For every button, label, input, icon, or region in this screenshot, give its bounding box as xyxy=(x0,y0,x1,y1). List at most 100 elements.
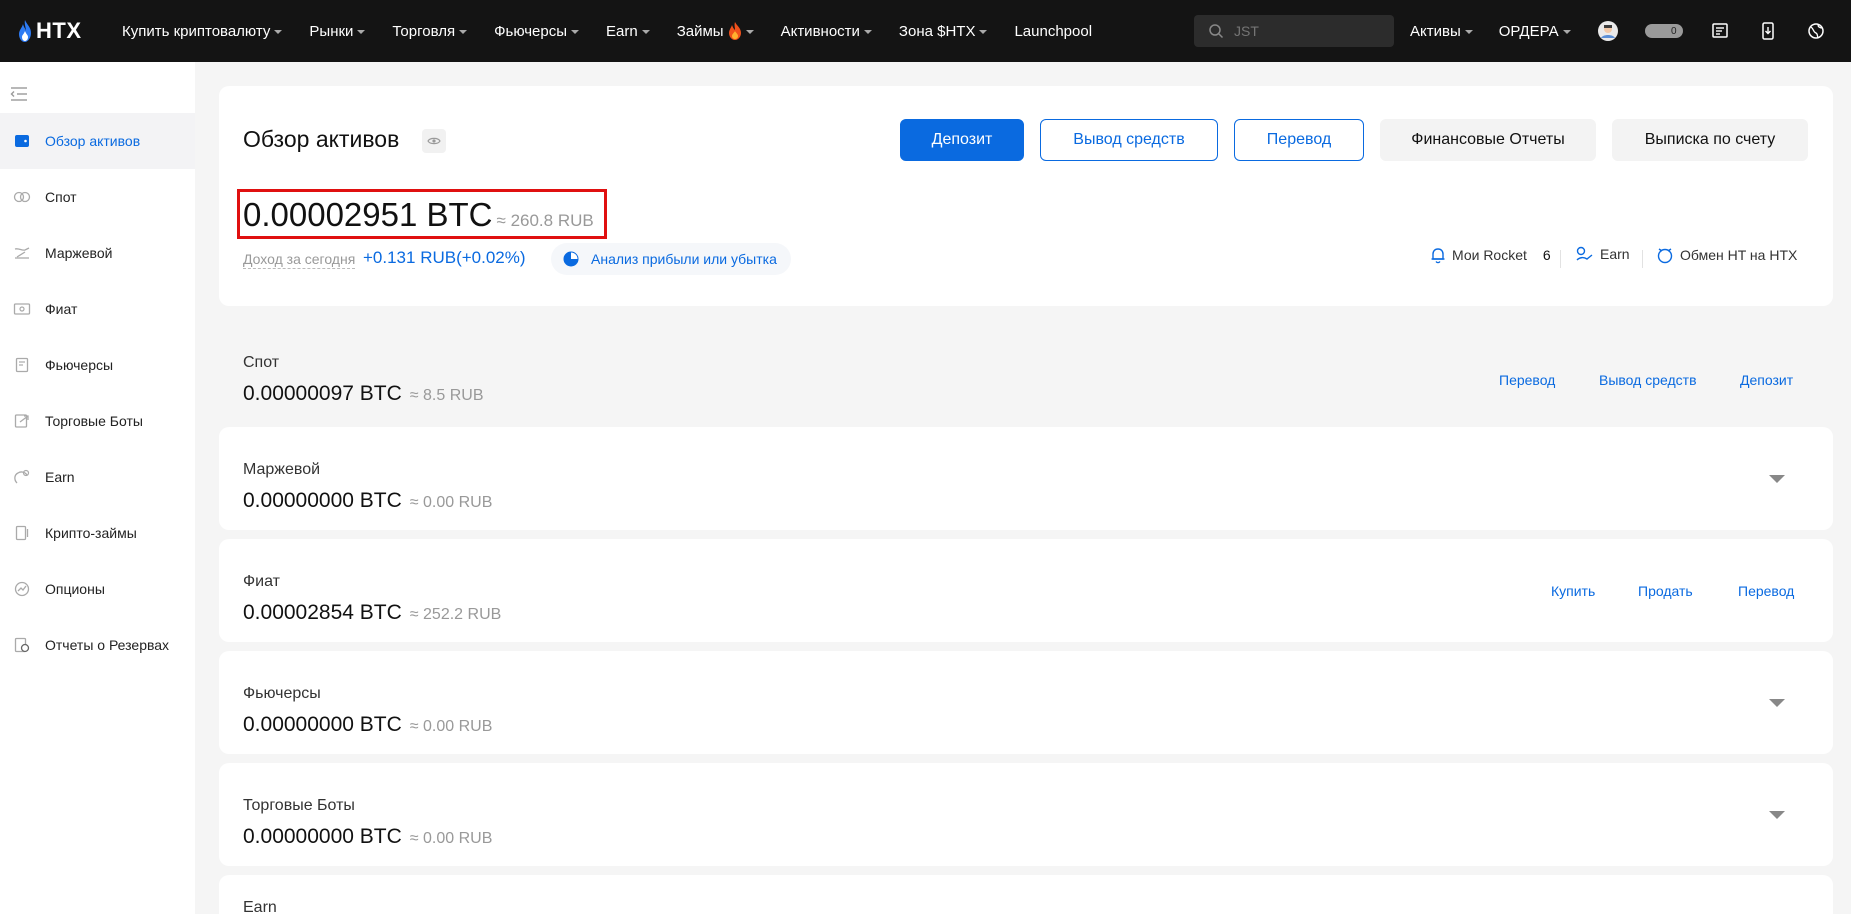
earn-link[interactable]: Earn xyxy=(1576,246,1630,262)
language-button[interactable] xyxy=(1805,20,1827,42)
nav-futures[interactable]: Фьючерсы xyxy=(494,23,580,40)
exchange-icon xyxy=(1657,248,1673,264)
page-title: Обзор активов xyxy=(243,126,400,152)
today-income-label[interactable]: Доход за сегодня xyxy=(243,251,356,269)
fiat-transfer-link[interactable]: Перевод xyxy=(1738,583,1794,599)
pnl-analysis-button[interactable]: Анализ прибыли или убытка xyxy=(551,243,791,275)
chevron-down-icon[interactable] xyxy=(1769,475,1785,483)
nav-htx-zone[interactable]: Зона $HTX xyxy=(899,23,988,40)
search-box[interactable] xyxy=(1194,15,1394,47)
account-balance-approx: ≈ 0.00 RUB xyxy=(409,718,493,735)
account-card-trading-bots[interactable]: Торговые Боты 0.00000000 BTC ≈ 0.00 RUB xyxy=(219,763,1833,866)
toggle-visibility-button[interactable] xyxy=(422,129,446,153)
user-avatar[interactable] xyxy=(1597,20,1619,42)
sidebar-item-options[interactable]: Опционы xyxy=(0,561,195,617)
right-nav: Активы ОРДЕРА 0 xyxy=(1410,0,1851,62)
account-card-futures[interactable]: Фьючерсы 0.00000000 BTC ≈ 0.00 RUB xyxy=(219,651,1833,754)
sidebar-item-margin[interactable]: Маржевой xyxy=(0,225,195,281)
exchange-ht-link[interactable]: Обмен HT на HTX xyxy=(1656,246,1797,264)
spot-withdraw-link[interactable]: Вывод средств xyxy=(1599,372,1697,388)
collapse-sidebar-icon[interactable] xyxy=(10,86,28,102)
chevron-down-icon[interactable] xyxy=(1769,811,1785,819)
htx-logo[interactable]: HTX xyxy=(18,18,122,44)
wallet-icon xyxy=(13,132,31,150)
account-name: Фиат xyxy=(243,573,280,590)
chevron-down-icon[interactable] xyxy=(1769,699,1785,707)
badge-count-text: 0 xyxy=(1671,25,1677,37)
rocket-label: Мои Rocket xyxy=(1452,247,1527,263)
sidebar-item-crypto-loans[interactable]: Крипто-займы xyxy=(0,505,195,561)
brand-name: HTX xyxy=(36,18,82,43)
spot-icon xyxy=(13,188,31,206)
account-card-spot[interactable]: Спот 0.00000097 BTC ≈ 8.5 RUB Перевод Выв… xyxy=(219,320,1833,418)
account-card-earn[interactable]: Earn xyxy=(219,875,1833,914)
nav-orders[interactable]: ОРДЕРА xyxy=(1499,23,1571,40)
account-balance-value: 0.00000000 BTC xyxy=(243,825,402,848)
account-statement-button[interactable]: Выписка по счету xyxy=(1612,119,1808,161)
sidebar-item-fiat[interactable]: Фиат xyxy=(0,281,195,337)
sidebar-item-label: Earn xyxy=(45,469,75,485)
nav-label: Активы xyxy=(1410,22,1461,40)
account-card-margin[interactable]: Маржевой 0.00000000 BTC ≈ 0.00 RUB xyxy=(219,427,1833,530)
flame-logo-icon xyxy=(19,20,31,42)
caret-down-icon xyxy=(745,30,754,34)
spot-deposit-link[interactable]: Депозит xyxy=(1740,372,1793,388)
loans-icon xyxy=(13,524,31,542)
badge-count: 0 xyxy=(1644,24,1683,38)
sidebar-item-label: Опционы xyxy=(45,581,105,597)
sidebar-item-reserves[interactable]: Отчеты о Резервах xyxy=(0,617,195,673)
nav-assets[interactable]: Активы xyxy=(1410,23,1473,40)
exchange-label: Обмен HT на HTX xyxy=(1680,247,1798,263)
nav-label: Зона $HTX xyxy=(898,22,976,40)
withdraw-button[interactable]: Вывод средств xyxy=(1040,119,1218,161)
caret-down-icon xyxy=(1562,30,1571,34)
sidebar-item-futures[interactable]: Фьючерсы xyxy=(0,337,195,393)
total-balance: 0.00002951 BTC ≈ 260.8 RUB xyxy=(243,196,594,234)
sidebar-item-label: Обзор активов xyxy=(45,133,141,149)
financial-reports-button[interactable]: Финансовые Отчеты xyxy=(1380,119,1596,161)
divider xyxy=(1642,250,1643,268)
nav-markets[interactable]: Рынки xyxy=(309,22,366,40)
messages-button[interactable] xyxy=(1709,20,1731,42)
account-balance-approx: ≈ 0.00 RUB xyxy=(409,830,493,847)
nav-earn[interactable]: Earn xyxy=(606,23,650,40)
bots-icon xyxy=(13,412,31,430)
search-input[interactable] xyxy=(1234,23,1384,39)
nav-buy-crypto[interactable]: Купить криптовалюту xyxy=(122,23,283,40)
sidebar-item-label: Фиат xyxy=(45,301,78,317)
nav-label: ОРДЕРА xyxy=(1498,22,1559,40)
download-app-button[interactable] xyxy=(1757,20,1779,42)
spot-transfer-link[interactable]: Перевод xyxy=(1499,372,1555,388)
nav-trade[interactable]: Торговля xyxy=(392,23,468,40)
main-nav: Купить криптовалюту Рынки Торговля Фьюче… xyxy=(122,0,1119,62)
nav-activities[interactable]: Активности xyxy=(781,23,872,40)
account-name: Earn xyxy=(243,899,277,914)
fiat-sell-link[interactable]: Продать xyxy=(1638,583,1693,599)
nav-launchpool[interactable]: Launchpool xyxy=(1014,23,1092,40)
my-rocket-link[interactable]: Мои Rocket 6 xyxy=(1430,246,1551,264)
search-icon xyxy=(1209,24,1224,39)
account-balance: 0.00002854 BTC ≈ 252.2 RUB xyxy=(243,601,501,625)
top-navigation-bar: HTX Купить криптовалюту Рынки Торговля Ф… xyxy=(0,0,1851,62)
sidebar-item-label: Маржевой xyxy=(45,245,113,261)
sidebar: Обзор активов Спот Маржевой Фиат Фьючерс… xyxy=(0,62,195,914)
sidebar-item-overview[interactable]: Обзор активов xyxy=(0,113,195,169)
fiat-icon xyxy=(13,300,31,318)
fiat-buy-link[interactable]: Купить xyxy=(1551,583,1595,599)
level-badge[interactable]: 0 xyxy=(1644,20,1683,42)
account-balance-value: 0.00002854 BTC xyxy=(243,601,402,624)
nav-label: Рынки xyxy=(309,22,354,40)
sidebar-item-spot[interactable]: Спот xyxy=(0,169,195,225)
account-name: Спот xyxy=(243,354,280,371)
nav-loans[interactable]: Займы xyxy=(677,22,754,40)
sidebar-item-earn[interactable]: Earn xyxy=(0,449,195,505)
account-card-fiat[interactable]: Фиат 0.00002854 BTC ≈ 252.2 RUB Купить Пр… xyxy=(219,539,1833,642)
sidebar-item-label: Крипто-займы xyxy=(45,525,137,541)
sidebar-item-trading-bots[interactable]: Торговые Боты xyxy=(0,393,195,449)
transfer-button[interactable]: Перевод xyxy=(1234,119,1364,161)
download-icon xyxy=(1761,22,1774,40)
deposit-button[interactable]: Депозит xyxy=(900,119,1024,161)
sidebar-item-label: Отчеты о Резервах xyxy=(45,637,170,653)
nav-label: Активности xyxy=(780,22,860,40)
sidebar-item-label: Торговые Боты xyxy=(45,413,143,429)
